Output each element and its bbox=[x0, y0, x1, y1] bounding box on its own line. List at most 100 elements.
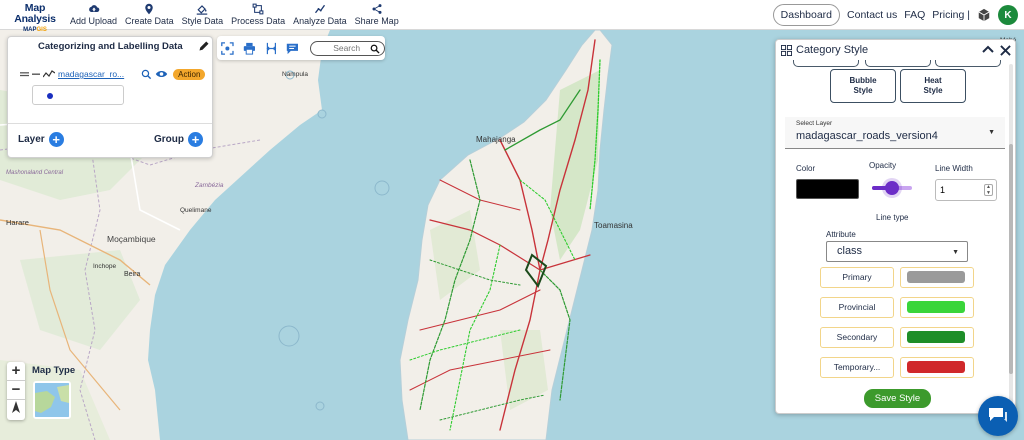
dashboard-button[interactable]: Dashboard bbox=[772, 4, 841, 26]
select-layer-value: madagascar_roads_version4 bbox=[796, 130, 938, 142]
category-color-primary[interactable] bbox=[900, 267, 974, 288]
main-nav: Add Upload Create Data Style Data Proces… bbox=[66, 3, 403, 29]
compass-button[interactable] bbox=[7, 400, 25, 419]
nav-create-data[interactable]: Create Data bbox=[121, 3, 178, 29]
map-label-inchope: Inchope bbox=[93, 263, 117, 270]
plus-icon: + bbox=[48, 132, 64, 147]
select-layer-dropdown[interactable]: Select Layer madagascar_roads_version4 ▼ bbox=[785, 117, 1005, 149]
legend-dot bbox=[47, 93, 53, 99]
contact-link[interactable]: Contact us bbox=[847, 9, 897, 21]
comment-icon[interactable] bbox=[286, 42, 299, 55]
nav-label: Share Map bbox=[354, 16, 399, 26]
line-layer-icon bbox=[43, 69, 55, 77]
line-width-input[interactable]: ▲▼ bbox=[935, 179, 997, 201]
nav-label: Add Upload bbox=[70, 16, 118, 26]
color-chip bbox=[907, 331, 965, 343]
add-layer-label: Layer bbox=[18, 134, 45, 145]
map-label-harare: Harare bbox=[6, 218, 29, 227]
map-label-quelimane: Quelimane bbox=[180, 207, 212, 214]
avatar[interactable]: K bbox=[998, 5, 1018, 25]
divider bbox=[8, 123, 212, 124]
category-label-secondary: Secondary bbox=[820, 327, 894, 348]
heat-style-button[interactable]: Heat Style bbox=[900, 69, 966, 103]
chat-icon bbox=[989, 408, 1007, 422]
attribute-value: class bbox=[837, 245, 863, 257]
brand-subtitle: MAPGIS bbox=[23, 27, 47, 33]
color-label: Color bbox=[796, 164, 816, 173]
layer-legend bbox=[32, 85, 124, 105]
map-label-zambezia: Zambézia bbox=[194, 182, 224, 189]
category-label-primary: Primary bbox=[820, 267, 894, 288]
scroll-thumb[interactable] bbox=[1009, 144, 1013, 374]
nav-share-map[interactable]: Share Map bbox=[351, 3, 403, 29]
style-option-partial[interactable] bbox=[935, 60, 1001, 67]
panel-title: Category Style bbox=[796, 44, 869, 56]
map-label-mashonaland: Mashonaland Central bbox=[6, 170, 64, 176]
category-label-temporary: Temporary... bbox=[820, 357, 894, 378]
category-color-temporary[interactable] bbox=[900, 357, 974, 378]
close-icon[interactable] bbox=[1000, 45, 1011, 56]
brand-logo[interactable]: Map Analysis MAPGIS bbox=[6, 2, 64, 34]
nav-analyze-data[interactable]: Analyze Data bbox=[289, 3, 351, 29]
style-option-partial[interactable] bbox=[793, 60, 859, 67]
add-layer-button[interactable]: Layer + bbox=[18, 132, 64, 147]
map-type-switcher[interactable]: Map Type bbox=[28, 363, 78, 421]
map-pin-icon bbox=[145, 3, 154, 15]
pricing-link[interactable]: Pricing | bbox=[932, 9, 970, 21]
zoom-control: + − bbox=[7, 362, 25, 420]
process-icon bbox=[252, 3, 264, 15]
style-option-partial[interactable] bbox=[865, 60, 931, 67]
nav-style-data[interactable]: Style Data bbox=[178, 3, 228, 29]
cube-icon[interactable] bbox=[977, 8, 991, 22]
bubble-style-button[interactable]: Bubble Style bbox=[830, 69, 896, 103]
drag-handle-icon[interactable] bbox=[20, 70, 29, 78]
select-layer-caption: Select Layer bbox=[796, 120, 833, 127]
layer-name-link[interactable]: madagascar_ro... bbox=[58, 69, 124, 79]
map-type-thumbnail[interactable] bbox=[33, 381, 71, 419]
category-label-provincial: Provincial bbox=[820, 297, 894, 318]
caret-down-icon: ▼ bbox=[988, 129, 995, 136]
color-chip bbox=[907, 271, 965, 283]
save-style-button[interactable]: Save Style bbox=[864, 389, 931, 408]
print-icon[interactable] bbox=[243, 42, 256, 55]
share-icon bbox=[372, 4, 382, 14]
nav-process-data[interactable]: Process Data bbox=[227, 3, 289, 29]
nav-add-upload[interactable]: Add Upload bbox=[66, 3, 121, 29]
add-group-label: Group bbox=[154, 134, 184, 145]
zoom-in-button[interactable]: + bbox=[7, 362, 25, 381]
layer-row: madagascar_ro... Action bbox=[20, 67, 210, 81]
action-button[interactable]: Action bbox=[173, 68, 206, 80]
pencil-icon[interactable] bbox=[198, 40, 210, 52]
north-arrow-icon bbox=[12, 401, 20, 413]
eye-icon[interactable] bbox=[155, 69, 168, 79]
nav-label: Style Data bbox=[181, 16, 224, 26]
category-color-secondary[interactable] bbox=[900, 327, 974, 348]
brand-title: Map Analysis bbox=[14, 2, 56, 25]
spinner-icon[interactable]: ▲ ▼ bbox=[984, 184, 993, 196]
search-icon[interactable] bbox=[370, 44, 380, 54]
faq-link[interactable]: FAQ bbox=[904, 9, 925, 21]
category-color-provincial[interactable] bbox=[900, 297, 974, 318]
chat-support-button[interactable] bbox=[978, 396, 1018, 436]
collapse-dash-icon[interactable] bbox=[32, 70, 40, 78]
chevron-up-icon[interactable] bbox=[982, 44, 994, 54]
heat-style-label: Heat Style bbox=[923, 76, 943, 95]
map-label-beira: Beira bbox=[124, 271, 140, 278]
color-picker[interactable] bbox=[796, 179, 859, 199]
panel-scrollbar[interactable] bbox=[1009, 64, 1013, 410]
fullscreen-icon[interactable] bbox=[221, 41, 234, 55]
line-width-field[interactable] bbox=[940, 181, 980, 199]
grid-icon bbox=[781, 45, 792, 56]
nav-label: Create Data bbox=[125, 16, 174, 26]
bubble-style-label: Bubble Style bbox=[849, 76, 877, 95]
color-chip bbox=[907, 361, 965, 373]
zoom-out-button[interactable]: − bbox=[7, 381, 25, 400]
analyze-icon bbox=[314, 4, 325, 14]
attribute-dropdown[interactable]: class ▼ bbox=[826, 241, 968, 262]
zoom-to-layer-icon[interactable] bbox=[141, 69, 152, 80]
add-group-button[interactable]: Group + bbox=[154, 132, 203, 147]
panel-header: Category Style bbox=[776, 40, 1015, 62]
opacity-slider-thumb[interactable] bbox=[885, 181, 899, 195]
measure-icon[interactable] bbox=[265, 42, 278, 55]
map-search[interactable] bbox=[310, 40, 388, 56]
